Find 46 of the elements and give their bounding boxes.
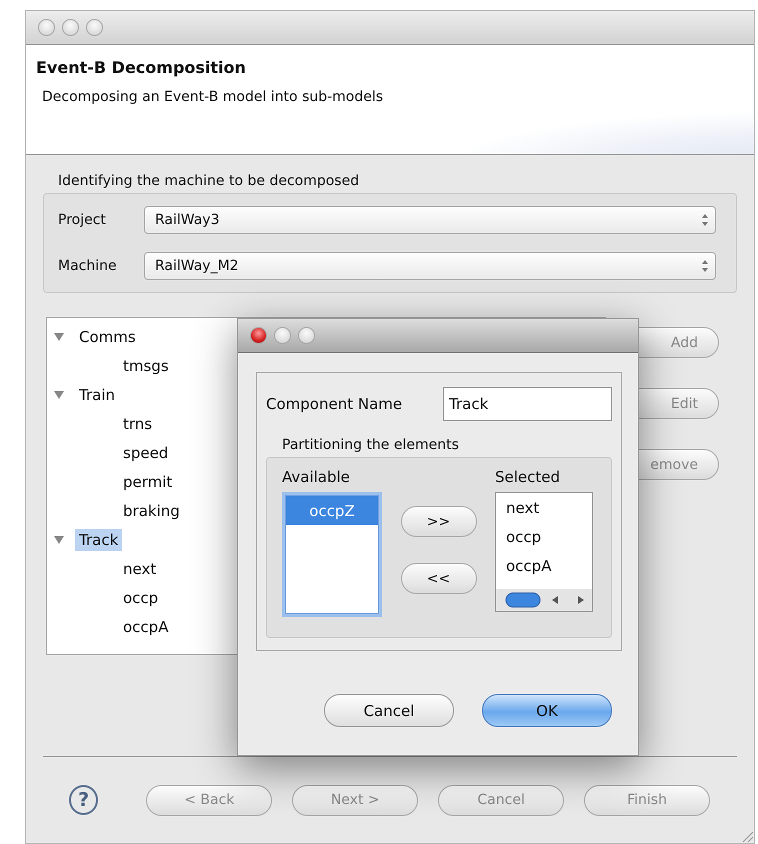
window-control-icon[interactable] [38, 19, 55, 36]
combo-box[interactable]: RailWay_M2 [144, 252, 716, 280]
expand-triangle-icon[interactable] [53, 388, 65, 400]
expand-triangle-icon[interactable] [53, 534, 65, 546]
window-control-icon[interactable] [298, 327, 315, 344]
tree-item[interactable]: Track [75, 528, 122, 550]
window-control-icon[interactable] [86, 19, 103, 36]
tree-item[interactable]: occpA [119, 616, 172, 638]
group-title: Partitioning the elements [282, 437, 460, 453]
field-label: Machine [58, 258, 118, 274]
tree-item[interactable]: trns [119, 412, 156, 434]
tree-item[interactable]: tmsgs [119, 354, 173, 376]
input-field[interactable]: Track [443, 387, 612, 421]
dialog-button[interactable]: Cancel [324, 694, 454, 727]
field-label: Component Name [266, 395, 402, 413]
move-button[interactable]: << [400, 563, 476, 594]
tree-item[interactable]: Comms [75, 326, 140, 348]
expand-triangle-icon[interactable] [53, 330, 65, 342]
available-list[interactable]: occpZ [285, 495, 379, 614]
window-control-icon[interactable] [62, 19, 79, 36]
tree-item[interactable]: occp [119, 586, 162, 608]
close-icon[interactable] [250, 327, 267, 344]
column-heading: Selected [495, 468, 562, 486]
group-title: Identifying the machine to be decomposed [58, 173, 360, 189]
tree-item[interactable]: permit [119, 470, 176, 492]
stepper-icon [701, 258, 709, 274]
list-item[interactable]: occpZ [286, 496, 378, 525]
help-icon[interactable]: ? [69, 785, 98, 815]
horizontal-scrollbar[interactable] [496, 589, 592, 611]
window-control-icon[interactable] [274, 327, 291, 344]
combo-box[interactable]: RailWay3 [144, 206, 716, 234]
list-item[interactable]: occp [496, 522, 592, 551]
move-button[interactable]: >> [400, 506, 476, 537]
tree-item[interactable]: next [119, 558, 160, 580]
tree-item[interactable]: speed [119, 442, 172, 464]
tree-item[interactable]: Train [75, 384, 119, 406]
tree-item[interactable]: braking [119, 500, 184, 522]
list-item[interactable]: occpA [496, 551, 592, 580]
selected-list[interactable]: next occp occpA [495, 492, 593, 612]
field-label: Project [58, 212, 107, 228]
wizard-title: Event-B Decomposition [36, 58, 247, 77]
wizard-description: Decomposing an Event-B model into sub-models [42, 89, 384, 105]
column-heading: Available [282, 468, 351, 486]
stepper-icon [701, 212, 709, 228]
list-item[interactable]: next [496, 493, 592, 522]
dialog-button[interactable]: OK [482, 694, 612, 727]
